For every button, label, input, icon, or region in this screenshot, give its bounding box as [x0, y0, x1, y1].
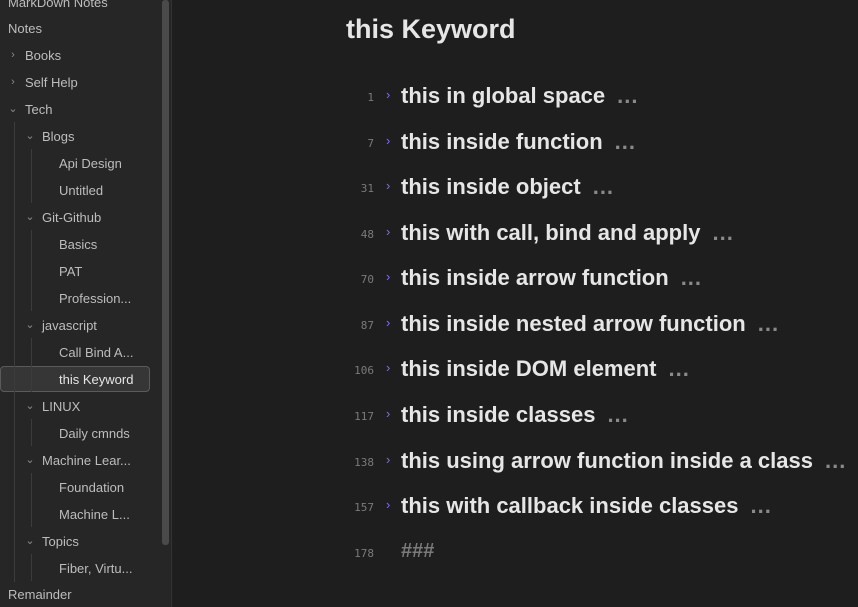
- folded-ellipsis[interactable]: ...: [607, 402, 628, 427]
- chevron-down-icon: ⌄: [25, 130, 35, 142]
- fold-arrow-icon[interactable]: ›: [386, 452, 390, 467]
- sidebar-scrollbar[interactable]: [162, 0, 169, 545]
- line-number: 7: [367, 137, 374, 150]
- tree-guide-line: [14, 122, 15, 582]
- fold-arrow-icon[interactable]: ›: [386, 406, 390, 421]
- tree-guide-line: [31, 338, 32, 392]
- folded-ellipsis[interactable]: ...: [617, 83, 638, 108]
- file-fiber-virtual[interactable]: Fiber, Virtu...: [59, 555, 132, 582]
- note-title[interactable]: this Keyword: [346, 14, 516, 45]
- line-number: 138: [354, 456, 374, 469]
- folded-ellipsis[interactable]: ...: [669, 356, 690, 381]
- heading-line[interactable]: this inside classes...: [401, 402, 629, 428]
- file-untitled[interactable]: Untitled: [59, 177, 103, 204]
- fold-arrow-icon[interactable]: ›: [386, 178, 390, 193]
- fold-arrow-icon[interactable]: ›: [386, 224, 390, 239]
- chevron-down-icon: ⌄: [25, 454, 35, 466]
- chevron-down-icon: ⌄: [25, 211, 35, 223]
- line-number: 31: [360, 182, 374, 195]
- heading-line[interactable]: this with callback inside classes...: [401, 493, 772, 519]
- folded-ellipsis[interactable]: ...: [825, 448, 846, 473]
- chevron-down-icon: ⌄: [25, 535, 35, 547]
- heading-line[interactable]: this using arrow function inside a class…: [401, 448, 857, 474]
- heading-markup-line[interactable]: ###: [401, 540, 434, 563]
- folded-ellipsis[interactable]: ...: [593, 174, 614, 199]
- file-daily-cmnds[interactable]: Daily cmnds: [59, 420, 130, 447]
- fold-arrow-icon[interactable]: ›: [386, 269, 390, 284]
- folded-ellipsis[interactable]: ...: [615, 129, 636, 154]
- file-call-bind-apply[interactable]: Call Bind A...: [59, 339, 133, 366]
- file-pat[interactable]: PAT: [59, 258, 82, 285]
- heading-line[interactable]: this inside function...: [401, 129, 636, 155]
- chevron-right-icon: ›: [11, 49, 15, 61]
- file-explorer-sidebar: MarkDown Notes Notes › Books › Self Help…: [0, 0, 172, 607]
- folded-ellipsis[interactable]: ...: [758, 311, 779, 336]
- file-this-keyword[interactable]: this Keyword: [59, 366, 133, 393]
- heading-line[interactable]: this inside arrow function...: [401, 265, 702, 291]
- heading-line[interactable]: this with call, bind and apply...: [401, 220, 734, 246]
- tree-guide-line: [31, 473, 32, 527]
- fold-arrow-icon[interactable]: ›: [386, 133, 390, 148]
- fold-arrow-icon[interactable]: ›: [386, 315, 390, 330]
- chevron-down-icon: ⌄: [25, 400, 35, 412]
- folder-remainder[interactable]: Remainder: [8, 581, 72, 607]
- line-number: 157: [354, 501, 374, 514]
- file-profession[interactable]: Profession...: [59, 285, 131, 312]
- file-machine-l[interactable]: Machine L...: [59, 501, 130, 528]
- chevron-down-icon: ⌄: [25, 319, 35, 331]
- line-number: 1: [367, 91, 374, 104]
- heading-line[interactable]: this inside object...: [401, 174, 614, 200]
- fold-arrow-icon[interactable]: ›: [386, 497, 390, 512]
- file-api-design[interactable]: Api Design: [59, 150, 122, 177]
- chevron-down-icon: ⌄: [8, 103, 18, 115]
- file-basics[interactable]: Basics: [59, 231, 97, 258]
- folder-notes[interactable]: Notes: [8, 15, 42, 42]
- folded-ellipsis[interactable]: ...: [751, 493, 772, 518]
- line-number: 117: [354, 410, 374, 423]
- tree-guide-line: [31, 230, 32, 311]
- line-number: 48: [360, 228, 374, 241]
- heading-line[interactable]: this in global space...: [401, 83, 639, 109]
- tree-guide-line: [31, 419, 32, 446]
- fold-arrow-icon[interactable]: ›: [386, 87, 390, 102]
- chevron-right-icon: ›: [11, 76, 15, 88]
- folded-ellipsis[interactable]: ...: [681, 265, 702, 290]
- folded-ellipsis[interactable]: ...: [712, 220, 733, 245]
- line-number: 87: [360, 319, 374, 332]
- line-number: 106: [354, 364, 374, 377]
- line-number: 70: [360, 273, 374, 286]
- fold-arrow-icon[interactable]: ›: [386, 360, 390, 375]
- tree-guide-line: [31, 149, 32, 203]
- line-number: 178: [354, 547, 374, 560]
- tree-guide-line: [31, 554, 32, 581]
- heading-line[interactable]: this inside DOM element...: [401, 356, 690, 382]
- vault-name: MarkDown Notes: [8, 0, 108, 10]
- file-foundation[interactable]: Foundation: [59, 474, 124, 501]
- heading-line[interactable]: this inside nested arrow function...: [401, 311, 779, 337]
